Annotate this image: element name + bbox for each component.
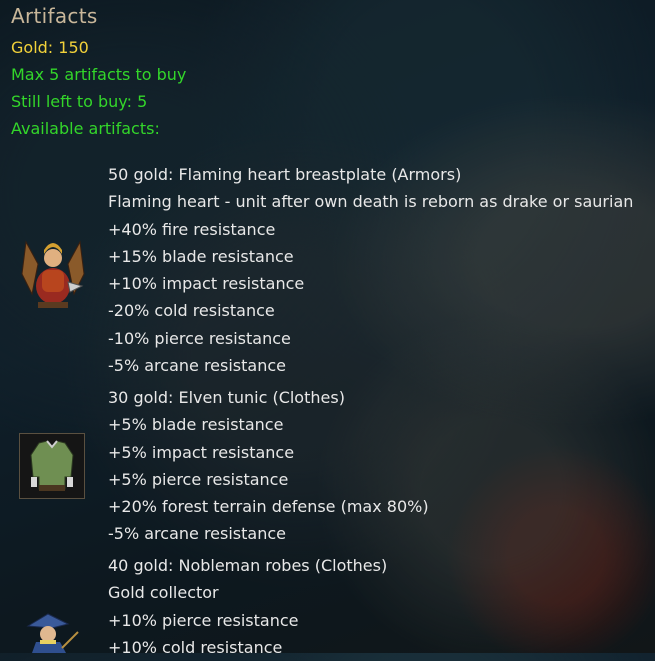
artifact-line: -5% arcane resistance [108, 524, 286, 544]
artifact-line: -5% arcane resistance [108, 356, 286, 376]
artifact-line: +10% pierce resistance [108, 610, 299, 630]
artifact-line: -20% cold resistance [108, 301, 275, 321]
winged-warrior-portrait-icon[interactable] [18, 234, 88, 312]
left-to-buy-text: Still left to buy: 5 [11, 92, 148, 111]
artifact-line: +15% blade resistance [108, 246, 294, 266]
artifact-line: 40 gold: Nobleman robes (Clothes) [108, 556, 388, 575]
green-tunic-icon[interactable] [18, 432, 86, 503]
artifact-nobleman-robes[interactable]: 40 gold: Nobleman robes (Clothes) Gold c… [108, 552, 387, 661]
artifact-line: Flaming heart - unit after own death is … [108, 192, 634, 212]
gold-amount: Gold: 150 [11, 38, 89, 57]
artifact-elven-tunic[interactable]: 30 gold: Elven tunic (Clothes) +5% blade… [108, 384, 429, 548]
artifact-line: Gold collector [108, 583, 219, 603]
artifact-line: 30 gold: Elven tunic (Clothes) [108, 388, 345, 407]
max-buy-text: Max 5 artifacts to buy [11, 65, 187, 84]
artifact-line: +10% impact resistance [108, 274, 305, 294]
artifact-line: +40% fire resistance [108, 219, 276, 239]
artifact-line: +20% forest terrain defense (max 80%) [108, 497, 429, 517]
artifact-line: +5% pierce resistance [108, 469, 289, 489]
artifact-line: 50 gold: Flaming heart breastplate (Armo… [108, 165, 462, 184]
nobleman-portrait-icon[interactable] [18, 612, 80, 657]
artifact-line: -10% pierce resistance [108, 328, 291, 348]
available-label: Available artifacts: [11, 119, 160, 138]
page-title: Artifacts [11, 4, 98, 28]
artifact-flaming-heart-breastplate[interactable]: 50 gold: Flaming heart breastplate (Armo… [108, 161, 633, 379]
artifact-line: +5% impact resistance [108, 442, 295, 462]
artifact-line: +10% cold resistance [108, 637, 283, 657]
artifact-line: +5% blade resistance [108, 415, 284, 435]
